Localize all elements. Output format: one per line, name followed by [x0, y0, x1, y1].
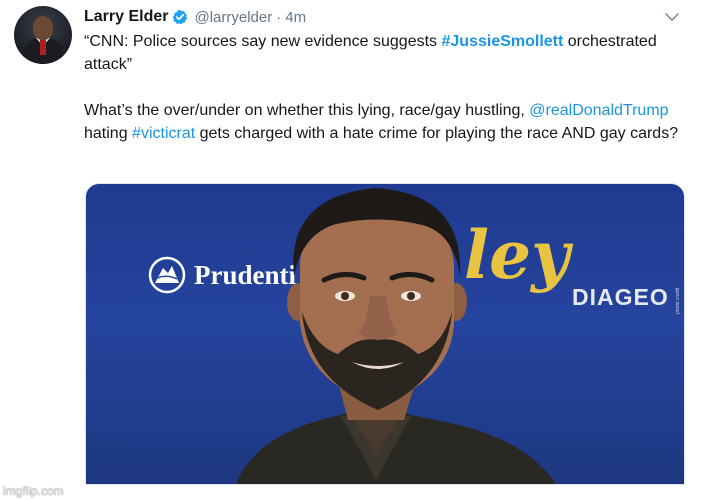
tweet-card: Larry Elder @larryelder · 4m “CNN: Polic…: [0, 0, 701, 500]
avatar-tie: [40, 39, 46, 55]
author-name[interactable]: Larry Elder: [84, 8, 168, 26]
tweet-text-segment: “CNN: Police sources say new evidence su…: [84, 33, 442, 50]
tweet-text-segment: gets charged with a hate crime for playi…: [195, 125, 679, 142]
tweet-quote-paragraph: “CNN: Police sources say new evidence su…: [84, 30, 684, 76]
author-handle[interactable]: @larryelder: [194, 9, 272, 26]
chevron-down-icon[interactable]: [664, 10, 680, 22]
tweet-photo[interactable]: Prudenti ley DIAGEO photo credit: [85, 183, 685, 485]
hashtag-link[interactable]: #JussieSmollett: [442, 33, 564, 50]
mention-link[interactable]: @realDonaldTrump: [529, 102, 668, 119]
tweet-comment-paragraph: What’s the over/under on whether this ly…: [84, 99, 684, 145]
imgflip-watermark: imgflip.com: [3, 484, 64, 498]
verified-badge-icon: [172, 9, 188, 25]
tweet-text-segment: hating: [84, 125, 133, 142]
photo-credit-text: photo credit: [675, 287, 681, 314]
tweet-timestamp[interactable]: 4m: [285, 9, 306, 26]
man-portrait: [236, 188, 556, 484]
avatar[interactable]: [14, 6, 72, 64]
header-separator: ·: [276, 8, 282, 26]
hashtag-link[interactable]: #victicrat: [132, 125, 195, 142]
avatar-face: [33, 16, 53, 40]
tweet-text-segment: What’s the over/under on whether this ly…: [84, 102, 530, 119]
tweet-header: Larry Elder @larryelder · 4m: [84, 6, 306, 28]
tweet-text: “CNN: Police sources say new evidence su…: [84, 30, 684, 145]
